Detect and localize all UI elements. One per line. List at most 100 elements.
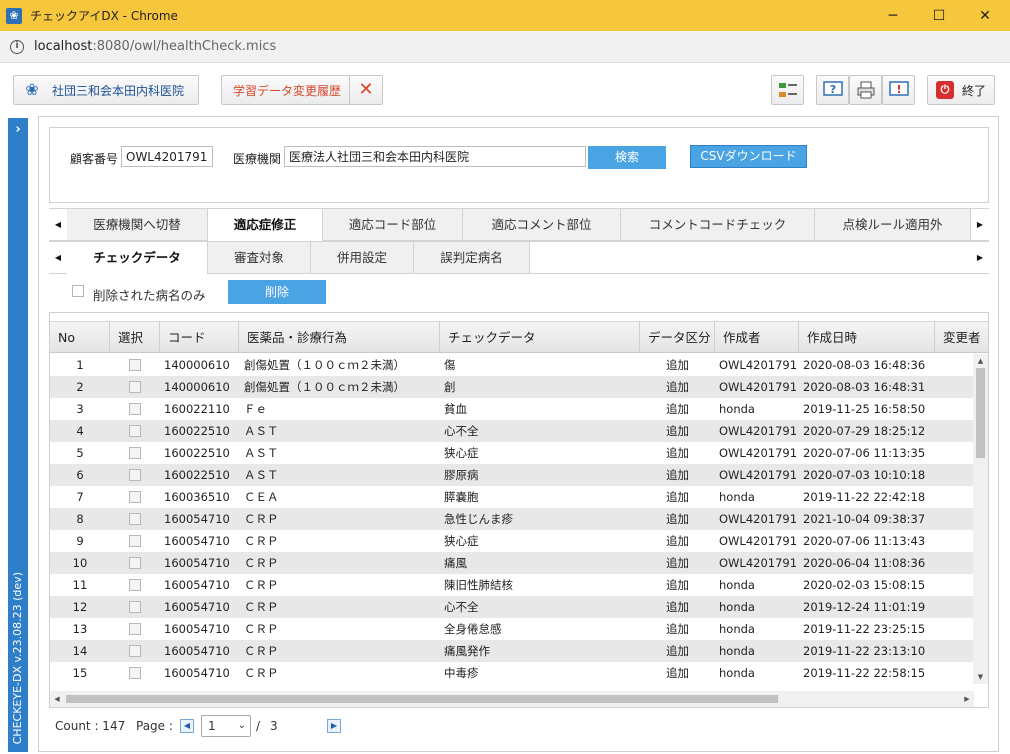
row-select-checkbox[interactable] bbox=[129, 380, 141, 393]
table-row[interactable]: 12 160054710 ＣＲＰ 心不全 追加 honda 2019-12-24 11:01… bbox=[50, 596, 974, 618]
table-row[interactable]: 1 140000610 創傷処置（１００ｃｍ２未満） 傷 追加 OWL4201791 202… bbox=[50, 354, 974, 376]
data-kind-cell: 追加 bbox=[666, 468, 689, 482]
tab-scroll-right-icon[interactable]: ▶ bbox=[971, 209, 989, 240]
row-number: 7 bbox=[76, 490, 84, 504]
csv-download-button[interactable]: CSVダウンロード bbox=[690, 145, 807, 168]
scroll-down-icon[interactable]: ▼ bbox=[973, 670, 988, 684]
col-header-code[interactable]: コード bbox=[160, 322, 239, 353]
col-header-created-at[interactable]: 作成日時 bbox=[799, 322, 935, 353]
item-cell: ＣＲＰ bbox=[244, 600, 279, 614]
help-button[interactable]: ? bbox=[816, 75, 849, 105]
table-row[interactable]: 6 160022510 ＡＳＴ 膠原病 追加 OWL4201791 2020-07-03 1… bbox=[50, 464, 974, 486]
tab-scroll-right-icon[interactable]: ▶ bbox=[971, 242, 989, 273]
scroll-right-icon[interactable]: ▶ bbox=[960, 691, 974, 707]
tab-review-target[interactable]: 審査対象 bbox=[208, 242, 311, 273]
row-select-checkbox[interactable] bbox=[129, 402, 141, 415]
scroll-left-icon[interactable]: ◀ bbox=[50, 691, 64, 707]
horizontal-scrollbar[interactable]: ◀ ▶ bbox=[50, 691, 974, 707]
col-header-item[interactable]: 医薬品・診療行為 bbox=[239, 322, 440, 353]
search-button[interactable]: 検索 bbox=[588, 146, 666, 169]
row-number: 3 bbox=[76, 402, 84, 416]
row-select-checkbox[interactable] bbox=[129, 666, 141, 679]
tab-switch-institution[interactable]: 医療機関へ切替 bbox=[67, 209, 208, 240]
col-header-select[interactable]: 選択 bbox=[110, 322, 160, 353]
settings-list-button[interactable] bbox=[771, 75, 804, 105]
clear-icon[interactable]: ✕ bbox=[349, 75, 382, 105]
table-row[interactable]: 13 160054710 ＣＲＰ 全身倦怠感 追加 honda 2019-11-22 23:… bbox=[50, 618, 974, 640]
expand-icon[interactable]: › bbox=[8, 122, 28, 137]
row-select-checkbox[interactable] bbox=[129, 556, 141, 569]
row-select-checkbox[interactable] bbox=[129, 446, 141, 459]
tab-indication-fix[interactable]: 適応症修正 bbox=[208, 209, 323, 241]
row-select-checkbox[interactable] bbox=[129, 468, 141, 481]
next-page-icon[interactable]: ▶ bbox=[327, 719, 341, 733]
tab-check-data[interactable]: チェックデータ bbox=[67, 242, 208, 274]
code-cell: 140000610 bbox=[164, 380, 230, 394]
col-header-no[interactable]: No bbox=[50, 322, 110, 353]
page-select[interactable]: 1 ⌄ bbox=[201, 715, 251, 737]
table-row[interactable]: 8 160054710 ＣＲＰ 急性じんま疹 追加 OWL4201791 2021-10-0… bbox=[50, 508, 974, 530]
table-row[interactable]: 5 160022510 ＡＳＴ 狭心症 追加 OWL4201791 2020-07-06 1… bbox=[50, 442, 974, 464]
hscroll-thumb[interactable] bbox=[66, 695, 778, 703]
row-number: 9 bbox=[76, 534, 84, 548]
row-select-checkbox[interactable] bbox=[129, 600, 141, 613]
customer-number-input[interactable] bbox=[121, 146, 213, 167]
minimize-button[interactable]: ─ bbox=[870, 0, 916, 31]
tab-scroll-left-icon[interactable]: ◀ bbox=[49, 242, 67, 273]
learning-history-button[interactable]: 学習データ変更履歴 ✕ bbox=[221, 75, 383, 105]
print-button[interactable] bbox=[849, 75, 882, 105]
alert-button[interactable]: ! bbox=[882, 75, 915, 105]
table-row[interactable]: 7 160036510 ＣＥＡ 膵嚢胞 追加 honda 2019-11-22 22:42:… bbox=[50, 486, 974, 508]
total-pages: 3 bbox=[270, 719, 278, 733]
tab-indication-code-site[interactable]: 適応コード部位 bbox=[323, 209, 463, 240]
tab-combination-settings[interactable]: 併用設定 bbox=[311, 242, 414, 273]
table-row[interactable]: 2 140000610 創傷処置（１００ｃｍ２未満） 創 追加 OWL4201791 202… bbox=[50, 376, 974, 398]
table-row[interactable]: 15 160054710 ＣＲＰ 中毒疹 追加 honda 2019-11-22 22:58… bbox=[50, 662, 974, 682]
scroll-thumb[interactable] bbox=[976, 368, 985, 458]
col-header-check-data[interactable]: チェックデータ bbox=[440, 322, 640, 353]
table-row[interactable]: 11 160054710 ＣＲＰ 陳旧性肺結核 追加 honda 2020-02-03 15… bbox=[50, 574, 974, 596]
address-bar[interactable]: i localhost:8080/owl/healthCheck.mics bbox=[0, 31, 1010, 63]
exit-button[interactable]: ⏻ 終了 bbox=[927, 75, 995, 105]
row-select-checkbox[interactable] bbox=[129, 424, 141, 437]
info-icon[interactable]: i bbox=[10, 39, 24, 54]
row-select-checkbox[interactable] bbox=[129, 512, 141, 525]
close-window-button[interactable]: ✕ bbox=[962, 0, 1008, 31]
tab-inspection-rule-exempt[interactable]: 点検ルール適用外 bbox=[815, 209, 971, 240]
row-select-checkbox[interactable] bbox=[129, 490, 141, 503]
vertical-scrollbar[interactable]: ▲ ▼ bbox=[973, 354, 988, 684]
tab-indication-comment-site[interactable]: 適応コメント部位 bbox=[463, 209, 621, 240]
row-select-checkbox[interactable] bbox=[129, 622, 141, 635]
table-row[interactable]: 14 160054710 ＣＲＰ 痛風発作 追加 honda 2019-11-22 23:1… bbox=[50, 640, 974, 662]
table-row[interactable]: 3 160022110 Ｆｅ 貧血 追加 honda 2019-11-25 16:58:50 bbox=[50, 398, 974, 420]
delete-button[interactable]: 削除 bbox=[228, 280, 326, 304]
tab-scroll-left-icon[interactable]: ◀ bbox=[49, 209, 67, 240]
table-row[interactable]: 10 160054710 ＣＲＰ 痛風 追加 OWL4201791 2020-06-04 1… bbox=[50, 552, 974, 574]
row-select-checkbox[interactable] bbox=[129, 358, 141, 371]
code-cell: 160022510 bbox=[164, 424, 230, 438]
main-panel: 顧客番号 医療機関 検索 CSVダウンロード ◀ 医療機関へ切替 適応症修正 適… bbox=[38, 116, 999, 752]
hospital-button[interactable]: ❀ 社団三和会本田内科医院 bbox=[13, 75, 199, 105]
maximize-button[interactable]: ☐ bbox=[916, 0, 962, 31]
row-select-checkbox[interactable] bbox=[129, 644, 141, 657]
prev-page-icon[interactable]: ◀ bbox=[180, 719, 194, 733]
table-row[interactable]: 4 160022510 ＡＳＴ 心不全 追加 OWL4201791 2020-07-29 1… bbox=[50, 420, 974, 442]
side-panel-toggle[interactable]: › CHECKEYE-DX v.23.08.23 (dev) bbox=[8, 118, 28, 752]
row-select-checkbox[interactable] bbox=[129, 534, 141, 547]
app-toolbar: ❀ 社団三和会本田内科医院 学習データ変更履歴 ✕ ? ! ⏻ 終了 bbox=[0, 63, 1010, 115]
deleted-only-checkbox[interactable] bbox=[72, 285, 84, 297]
tab-misjudged-disease[interactable]: 誤判定病名 bbox=[414, 242, 530, 273]
table-row[interactable]: 9 160054710 ＣＲＰ 狭心症 追加 OWL4201791 2020-07-06 1… bbox=[50, 530, 974, 552]
history-label: 学習データ変更履歴 bbox=[233, 83, 342, 98]
tab-comment-code-check[interactable]: コメントコードチェック bbox=[621, 209, 815, 240]
col-header-data-kind[interactable]: データ区分 bbox=[640, 322, 715, 353]
institution-label: 医療機関 bbox=[233, 152, 282, 166]
institution-input[interactable] bbox=[284, 146, 586, 167]
scroll-up-icon[interactable]: ▲ bbox=[973, 354, 988, 368]
row-select-checkbox[interactable] bbox=[129, 578, 141, 591]
col-header-modifier[interactable]: 変更者 bbox=[935, 322, 988, 353]
code-cell: 160022110 bbox=[164, 402, 230, 416]
col-header-creator[interactable]: 作成者 bbox=[715, 322, 799, 353]
item-cell: ＣＲＰ bbox=[244, 578, 279, 592]
url-host: localhost bbox=[34, 39, 93, 54]
